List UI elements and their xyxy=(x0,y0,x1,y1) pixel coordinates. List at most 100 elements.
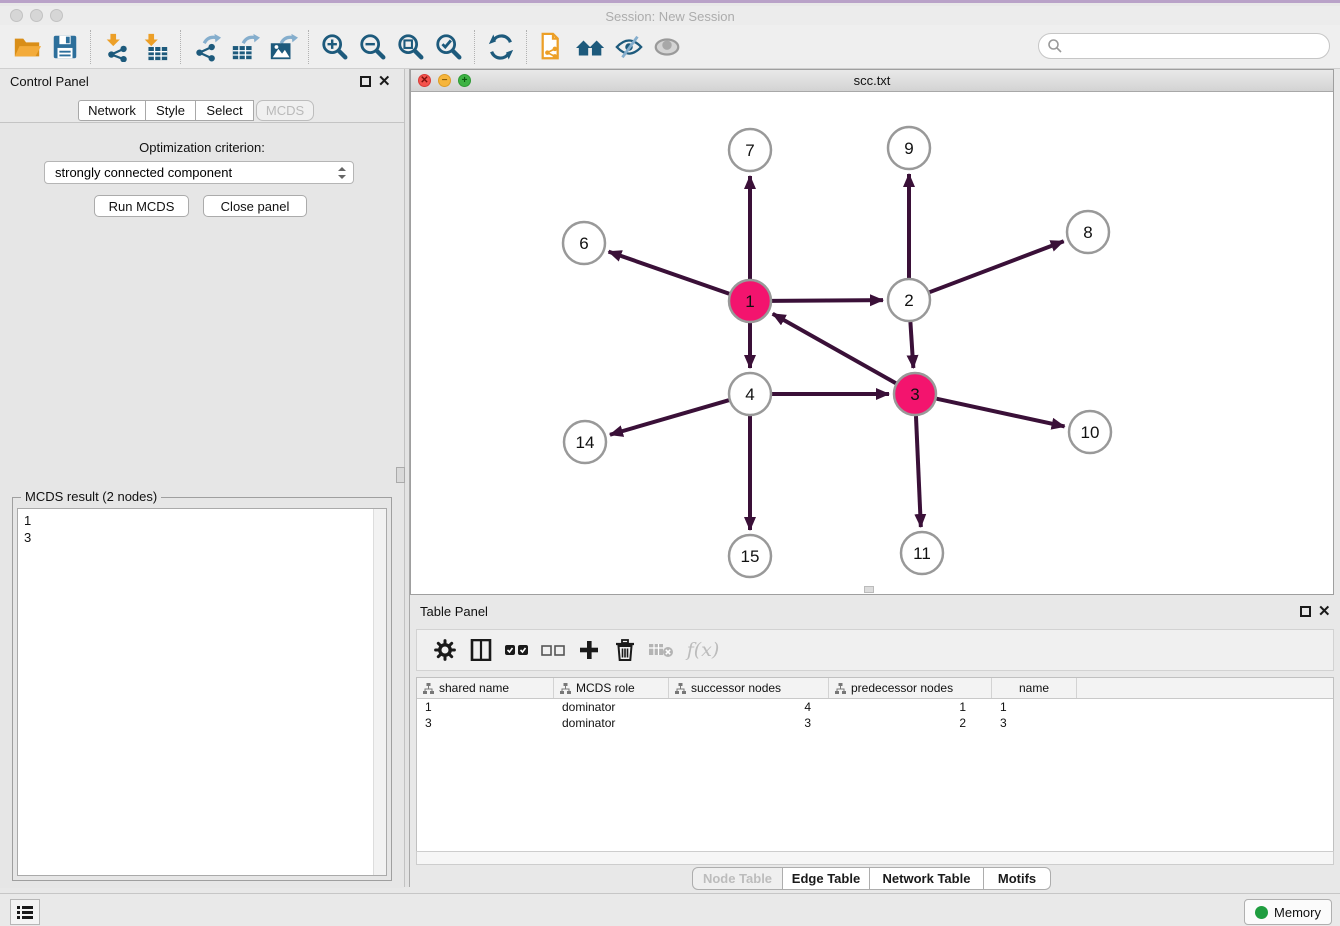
import-table-icon[interactable] xyxy=(136,28,174,66)
splitter-grip[interactable] xyxy=(396,467,405,483)
edge-2-to-8[interactable] xyxy=(930,241,1064,292)
graph-node-14[interactable]: 14 xyxy=(564,421,606,463)
task-history-icon[interactable] xyxy=(10,899,40,925)
graph-node-11[interactable]: 11 xyxy=(901,532,943,574)
column-header-successor-nodes[interactable]: successor nodes xyxy=(669,678,829,698)
network-canvas[interactable]: 1 2 3 4 6 7 8 9 10 11 14 15 xyxy=(411,92,1333,594)
cell-shared-name: 3 xyxy=(417,715,554,731)
column-header-predecessor-nodes[interactable]: predecessor nodes xyxy=(829,678,992,698)
select-all-icon[interactable] xyxy=(499,633,535,667)
memory-status-icon xyxy=(1255,906,1268,919)
node-label: 8 xyxy=(1083,223,1092,242)
float-panel-icon[interactable] xyxy=(360,76,371,87)
edge-3-to-10[interactable] xyxy=(936,399,1064,427)
run-mcds-button[interactable]: Run MCDS xyxy=(94,195,189,217)
node-label: 1 xyxy=(745,292,754,311)
table-row[interactable]: 1 dominator 4 1 1 xyxy=(417,699,1333,715)
search-input[interactable] xyxy=(1063,38,1317,55)
tab-node-table[interactable]: Node Table xyxy=(692,867,783,890)
zoom-fit-icon[interactable] xyxy=(392,28,430,66)
edge-3-to-1[interactable] xyxy=(773,314,896,383)
export-network-icon[interactable] xyxy=(188,28,226,66)
network-title: scc.txt xyxy=(411,73,1333,88)
zoom-out-icon[interactable] xyxy=(354,28,392,66)
tab-network-table[interactable]: Network Table xyxy=(870,867,984,890)
edge-1-to-2[interactable] xyxy=(772,300,883,301)
session-title: Session: New Session xyxy=(0,9,1340,24)
graph-node-10[interactable]: 10 xyxy=(1069,411,1111,453)
result-scrollbar[interactable] xyxy=(373,509,386,875)
open-session-icon[interactable] xyxy=(8,28,46,66)
node-label: 6 xyxy=(579,234,588,253)
zoom-in-icon[interactable] xyxy=(316,28,354,66)
graph-node-2[interactable]: 2 xyxy=(888,279,930,321)
graph-node-15[interactable]: 15 xyxy=(729,535,771,577)
graph-node-6[interactable]: 6 xyxy=(563,222,605,264)
function-builder-icon: f(x) xyxy=(679,633,727,667)
export-image-icon[interactable] xyxy=(264,28,302,66)
graph-node-8[interactable]: 8 xyxy=(1067,211,1109,253)
column-header-shared-name[interactable]: shared name xyxy=(417,678,554,698)
tab-network[interactable]: Network xyxy=(78,100,146,121)
table-horizontal-scrollbar[interactable] xyxy=(416,851,1334,865)
node-label: 3 xyxy=(910,385,919,404)
node-label: 10 xyxy=(1081,423,1100,442)
canvas-scroll-grip[interactable] xyxy=(864,586,874,593)
main-toolbar xyxy=(0,25,1340,69)
new-network-from-selection-icon[interactable] xyxy=(534,28,572,66)
graph-node-4[interactable]: 4 xyxy=(729,373,771,415)
edge-4-to-14[interactable] xyxy=(610,400,729,435)
graph-node-1[interactable]: 1 xyxy=(729,280,771,322)
close-table-panel-icon[interactable]: ✕ xyxy=(1318,605,1331,618)
zoom-selected-icon[interactable] xyxy=(430,28,468,66)
cell-mcds-role: dominator xyxy=(554,699,669,715)
control-panel-tabs: Network Style Select MCDS xyxy=(78,100,314,121)
float-table-panel-icon[interactable] xyxy=(1300,606,1311,617)
save-session-icon[interactable] xyxy=(46,28,84,66)
search-field[interactable] xyxy=(1038,33,1330,59)
cell-predecessor-nodes: 1 xyxy=(829,699,992,715)
hide-selected-icon[interactable] xyxy=(610,28,648,66)
column-chooser-icon[interactable] xyxy=(463,633,499,667)
add-column-icon[interactable] xyxy=(571,633,607,667)
network-window-titlebar[interactable]: ✕ − + scc.txt xyxy=(411,70,1333,92)
node-label: 2 xyxy=(904,291,913,310)
close-panel-button[interactable]: Close panel xyxy=(203,195,307,217)
column-type-icon xyxy=(835,683,846,694)
show-all-icon xyxy=(648,28,686,66)
mcds-result-item: 3 xyxy=(18,529,386,546)
refresh-icon[interactable] xyxy=(482,28,520,66)
tab-select[interactable]: Select xyxy=(196,100,254,121)
tab-motifs[interactable]: Motifs xyxy=(984,867,1051,890)
control-panel-header: Control Panel ✕ xyxy=(0,69,404,95)
graph-node-3[interactable]: 3 xyxy=(894,373,936,415)
table-row[interactable]: 3 dominator 3 2 3 xyxy=(417,715,1333,731)
table-panel-header: Table Panel ✕ xyxy=(410,599,1340,625)
edge-3-to-11[interactable] xyxy=(916,416,921,527)
table-settings-gear-icon[interactable] xyxy=(427,633,463,667)
delete-column-trash-icon[interactable] xyxy=(607,633,643,667)
tab-style[interactable]: Style xyxy=(146,100,196,121)
memory-button[interactable]: Memory xyxy=(1244,899,1332,925)
first-neighbors-icon[interactable] xyxy=(572,28,610,66)
graph-node-7[interactable]: 7 xyxy=(729,129,771,171)
tab-edge-table[interactable]: Edge Table xyxy=(783,867,870,890)
delete-table-icon xyxy=(643,633,679,667)
graph-node-9[interactable]: 9 xyxy=(888,127,930,169)
column-header-mcds-role[interactable]: MCDS role xyxy=(554,678,669,698)
import-network-icon[interactable] xyxy=(98,28,136,66)
tab-mcds[interactable]: MCDS xyxy=(256,100,314,121)
criterion-select[interactable]: strongly connected component xyxy=(44,161,354,184)
mcds-result-item: 1 xyxy=(18,509,386,529)
edge-1-to-6[interactable] xyxy=(609,252,730,294)
export-table-icon[interactable] xyxy=(226,28,264,66)
edge-2-to-3[interactable] xyxy=(910,322,913,368)
close-panel-icon[interactable]: ✕ xyxy=(378,75,391,88)
node-label: 4 xyxy=(745,385,754,404)
toolbar-separator xyxy=(526,30,528,64)
mcds-result-list[interactable]: 1 3 xyxy=(17,508,387,876)
column-header-name[interactable]: name xyxy=(992,678,1077,698)
status-bar: Memory xyxy=(0,893,1340,926)
deselect-all-icon[interactable] xyxy=(535,633,571,667)
node-label: 7 xyxy=(745,141,754,160)
